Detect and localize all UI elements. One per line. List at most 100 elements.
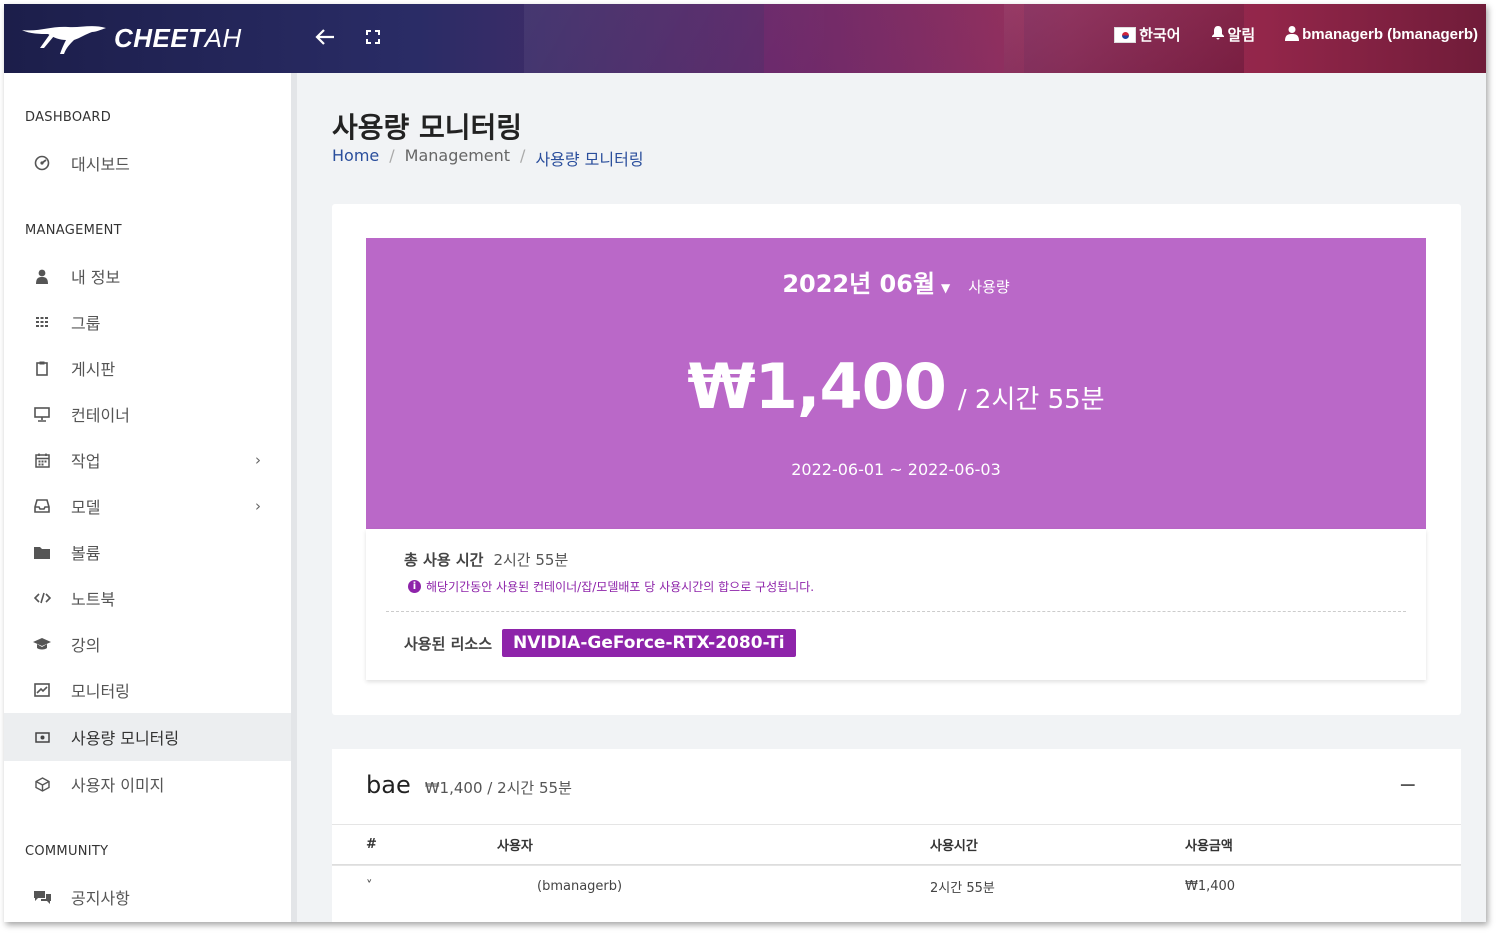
resource-row: 사용된 리소스 NVIDIA-GeForce-RTX-2080-Ti	[404, 629, 796, 657]
sidebar-section-dashboard: DASHBOARD	[25, 110, 112, 125]
bell-icon	[1211, 25, 1225, 44]
grid-icon	[30, 317, 54, 327]
dashboard-icon	[30, 155, 54, 171]
row-amount: ₩1,400	[1185, 878, 1236, 894]
alarm-button[interactable]: 알림	[1211, 24, 1256, 45]
sidebar-item-volume[interactable]: 볼륨	[4, 529, 291, 575]
usage-table: # 사용자 사용시간 사용금액 ˅ (bmanagerb) 2시간 55분 ₩1…	[332, 824, 1461, 906]
group-summary: ₩1,400 / 2시간 55분	[424, 779, 572, 797]
sidebar-item-label: 작업	[71, 452, 101, 471]
cheetah-logo[interactable]: CHEETAH	[20, 18, 242, 58]
sidebar-item-label: 사용량 모니터링	[71, 729, 180, 748]
sidebar-item-job[interactable]: 작업 ›	[4, 437, 291, 483]
group-usage-card: bae ₩1,400 / 2시간 55분 − # 사용자 사용시간 사용금액 ˅…	[332, 749, 1461, 922]
sidebar-item-group[interactable]: 그룹	[4, 299, 291, 345]
sidebar-item-lecture[interactable]: 강의	[4, 621, 291, 667]
user-label: bmanagerb (bmanagerb)	[1302, 26, 1478, 43]
cheetah-icon	[22, 26, 106, 54]
sidebar: DASHBOARD 대시보드 MANAGEMENT 내 정보 그룹 게시판 컨테…	[4, 73, 297, 922]
sidebar-section-community: COMMUNITY	[25, 844, 109, 859]
column-header-user: 사용자	[497, 839, 533, 854]
row-expand-icon[interactable]: ˅	[332, 879, 497, 894]
sidebar-item-label: 게시판	[71, 360, 116, 379]
sidebar-item-label: 모니터링	[71, 682, 130, 701]
sidebar-item-user-image[interactable]: 사용자 이미지	[4, 761, 291, 807]
breadcrumb-home[interactable]: Home	[332, 146, 379, 170]
sidebar-item-notice[interactable]: 공지사항	[4, 874, 291, 920]
sidebar-item-board[interactable]: 게시판	[4, 345, 291, 391]
sidebar-item-model[interactable]: 모델 ›	[4, 483, 291, 529]
cube-icon	[30, 776, 54, 792]
sidebar-item-notebook[interactable]: 노트북	[4, 575, 291, 621]
usage-summary-card: 2022년 06월 ▼ 사용량 ₩1,400 / 2시간 55분 2022-06…	[332, 204, 1461, 715]
header-actions: 한국어 알림 bmanagerb (bmanagerb)	[1114, 24, 1478, 45]
month-suffix: 사용량	[968, 278, 1010, 296]
breadcrumb-management[interactable]: Management	[405, 146, 510, 170]
info-icon: i	[408, 580, 421, 593]
caret-down-icon[interactable]: ▼	[941, 281, 950, 295]
date-range: 2022-06-01 ~ 2022-06-03	[791, 460, 1001, 479]
page-title: 사용량 모니터링	[332, 111, 523, 144]
logo-text: CHEETAH	[114, 22, 242, 53]
collapse-button[interactable]: −	[1399, 773, 1417, 798]
month-selector[interactable]: 2022년 06월 ▼ 사용량	[366, 264, 1426, 299]
usage-hero-panel: 2022년 06월 ▼ 사용량 ₩1,400 / 2시간 55분 2022-06…	[366, 238, 1426, 529]
code-icon	[30, 592, 54, 604]
sidebar-item-label: 컨테이너	[71, 406, 130, 425]
usage-note: i 해당기간동안 사용된 컨테이너/잡/모델배포 당 사용시간의 합으로 구성됩…	[408, 578, 814, 595]
chevron-right-icon[interactable]: ›	[255, 497, 261, 515]
inbox-icon	[30, 499, 54, 513]
note-text: 해당기간동안 사용된 컨테이너/잡/모델배포 당 사용시간의 합으로 구성됩니다…	[426, 580, 815, 594]
sidebar-item-label: 대시보드	[71, 155, 130, 174]
sidebar-item-label: 볼륨	[71, 544, 101, 563]
sidebar-item-label: 내 정보	[71, 268, 121, 287]
row-time: 2시간 55분	[930, 880, 995, 896]
top-navbar: CHEETAH 한국어 알림 bmanagerb (bmanagerb)	[4, 4, 1486, 73]
arrow-left-icon[interactable]	[314, 26, 336, 54]
folder-icon	[30, 546, 54, 559]
graduation-cap-icon	[30, 638, 54, 650]
breadcrumb-separator: /	[520, 146, 526, 165]
sidebar-item-label: 모델	[71, 498, 101, 517]
month-label[interactable]: 2022년 06월	[782, 264, 935, 299]
clipboard-icon	[30, 361, 54, 376]
user-icon	[30, 269, 54, 284]
amount-value: ₩1,400	[687, 350, 946, 423]
row-user: (bmanagerb)	[537, 878, 623, 894]
language-selector[interactable]: 한국어	[1114, 24, 1181, 45]
dashed-divider	[386, 611, 1406, 612]
sidebar-item-my-info[interactable]: 내 정보	[4, 253, 291, 299]
column-header-time: 사용시간	[930, 839, 978, 854]
sidebar-item-label: 강의	[71, 636, 101, 655]
alarm-label: 알림	[1227, 27, 1256, 44]
breadcrumb-current: 사용량 모니터링	[535, 150, 644, 169]
chart-icon	[30, 683, 54, 697]
chevron-right-icon[interactable]: ›	[255, 451, 261, 469]
comments-icon	[30, 890, 54, 905]
breadcrumb: Home / Management / 사용량 모니터링	[332, 146, 644, 170]
usage-detail-box: 총 사용 시간 2시간 55분 i 해당기간동안 사용된 컨테이너/잡/모델배포…	[366, 529, 1426, 680]
user-icon	[1285, 25, 1300, 45]
breadcrumb-separator: /	[389, 146, 395, 165]
resource-badge: NVIDIA-GeForce-RTX-2080-Ti	[502, 629, 796, 657]
sidebar-item-container[interactable]: 컨테이너	[4, 391, 291, 437]
table-header-row: # 사용자 사용시간 사용금액	[332, 824, 1461, 865]
group-name: bae	[366, 771, 411, 799]
total-value: 2시간 55분	[493, 551, 569, 569]
duration-value: / 2시간 55분	[957, 385, 1105, 415]
column-header-amount: 사용금액	[1185, 839, 1233, 854]
monitor-icon	[30, 406, 54, 422]
user-menu[interactable]: bmanagerb (bmanagerb)	[1285, 25, 1478, 45]
sidebar-item-usage-monitoring[interactable]: 사용량 모니터링	[4, 713, 291, 761]
sidebar-item-label: 공지사항	[71, 889, 130, 908]
total-label: 총 사용 시간	[404, 551, 484, 569]
table-row: ˅ (bmanagerb) 2시간 55분 ₩1,400	[332, 865, 1461, 906]
expand-icon[interactable]	[366, 26, 380, 50]
resource-label: 사용된 리소스	[404, 634, 493, 653]
total-usage-row: 총 사용 시간 2시간 55분	[404, 549, 568, 570]
sidebar-item-monitoring[interactable]: 모니터링	[4, 667, 291, 713]
sidebar-item-dashboard[interactable]: 대시보드	[4, 140, 291, 186]
sidebar-section-management: MANAGEMENT	[25, 223, 122, 238]
korea-flag-icon	[1114, 26, 1137, 43]
calendar-icon	[30, 453, 54, 468]
